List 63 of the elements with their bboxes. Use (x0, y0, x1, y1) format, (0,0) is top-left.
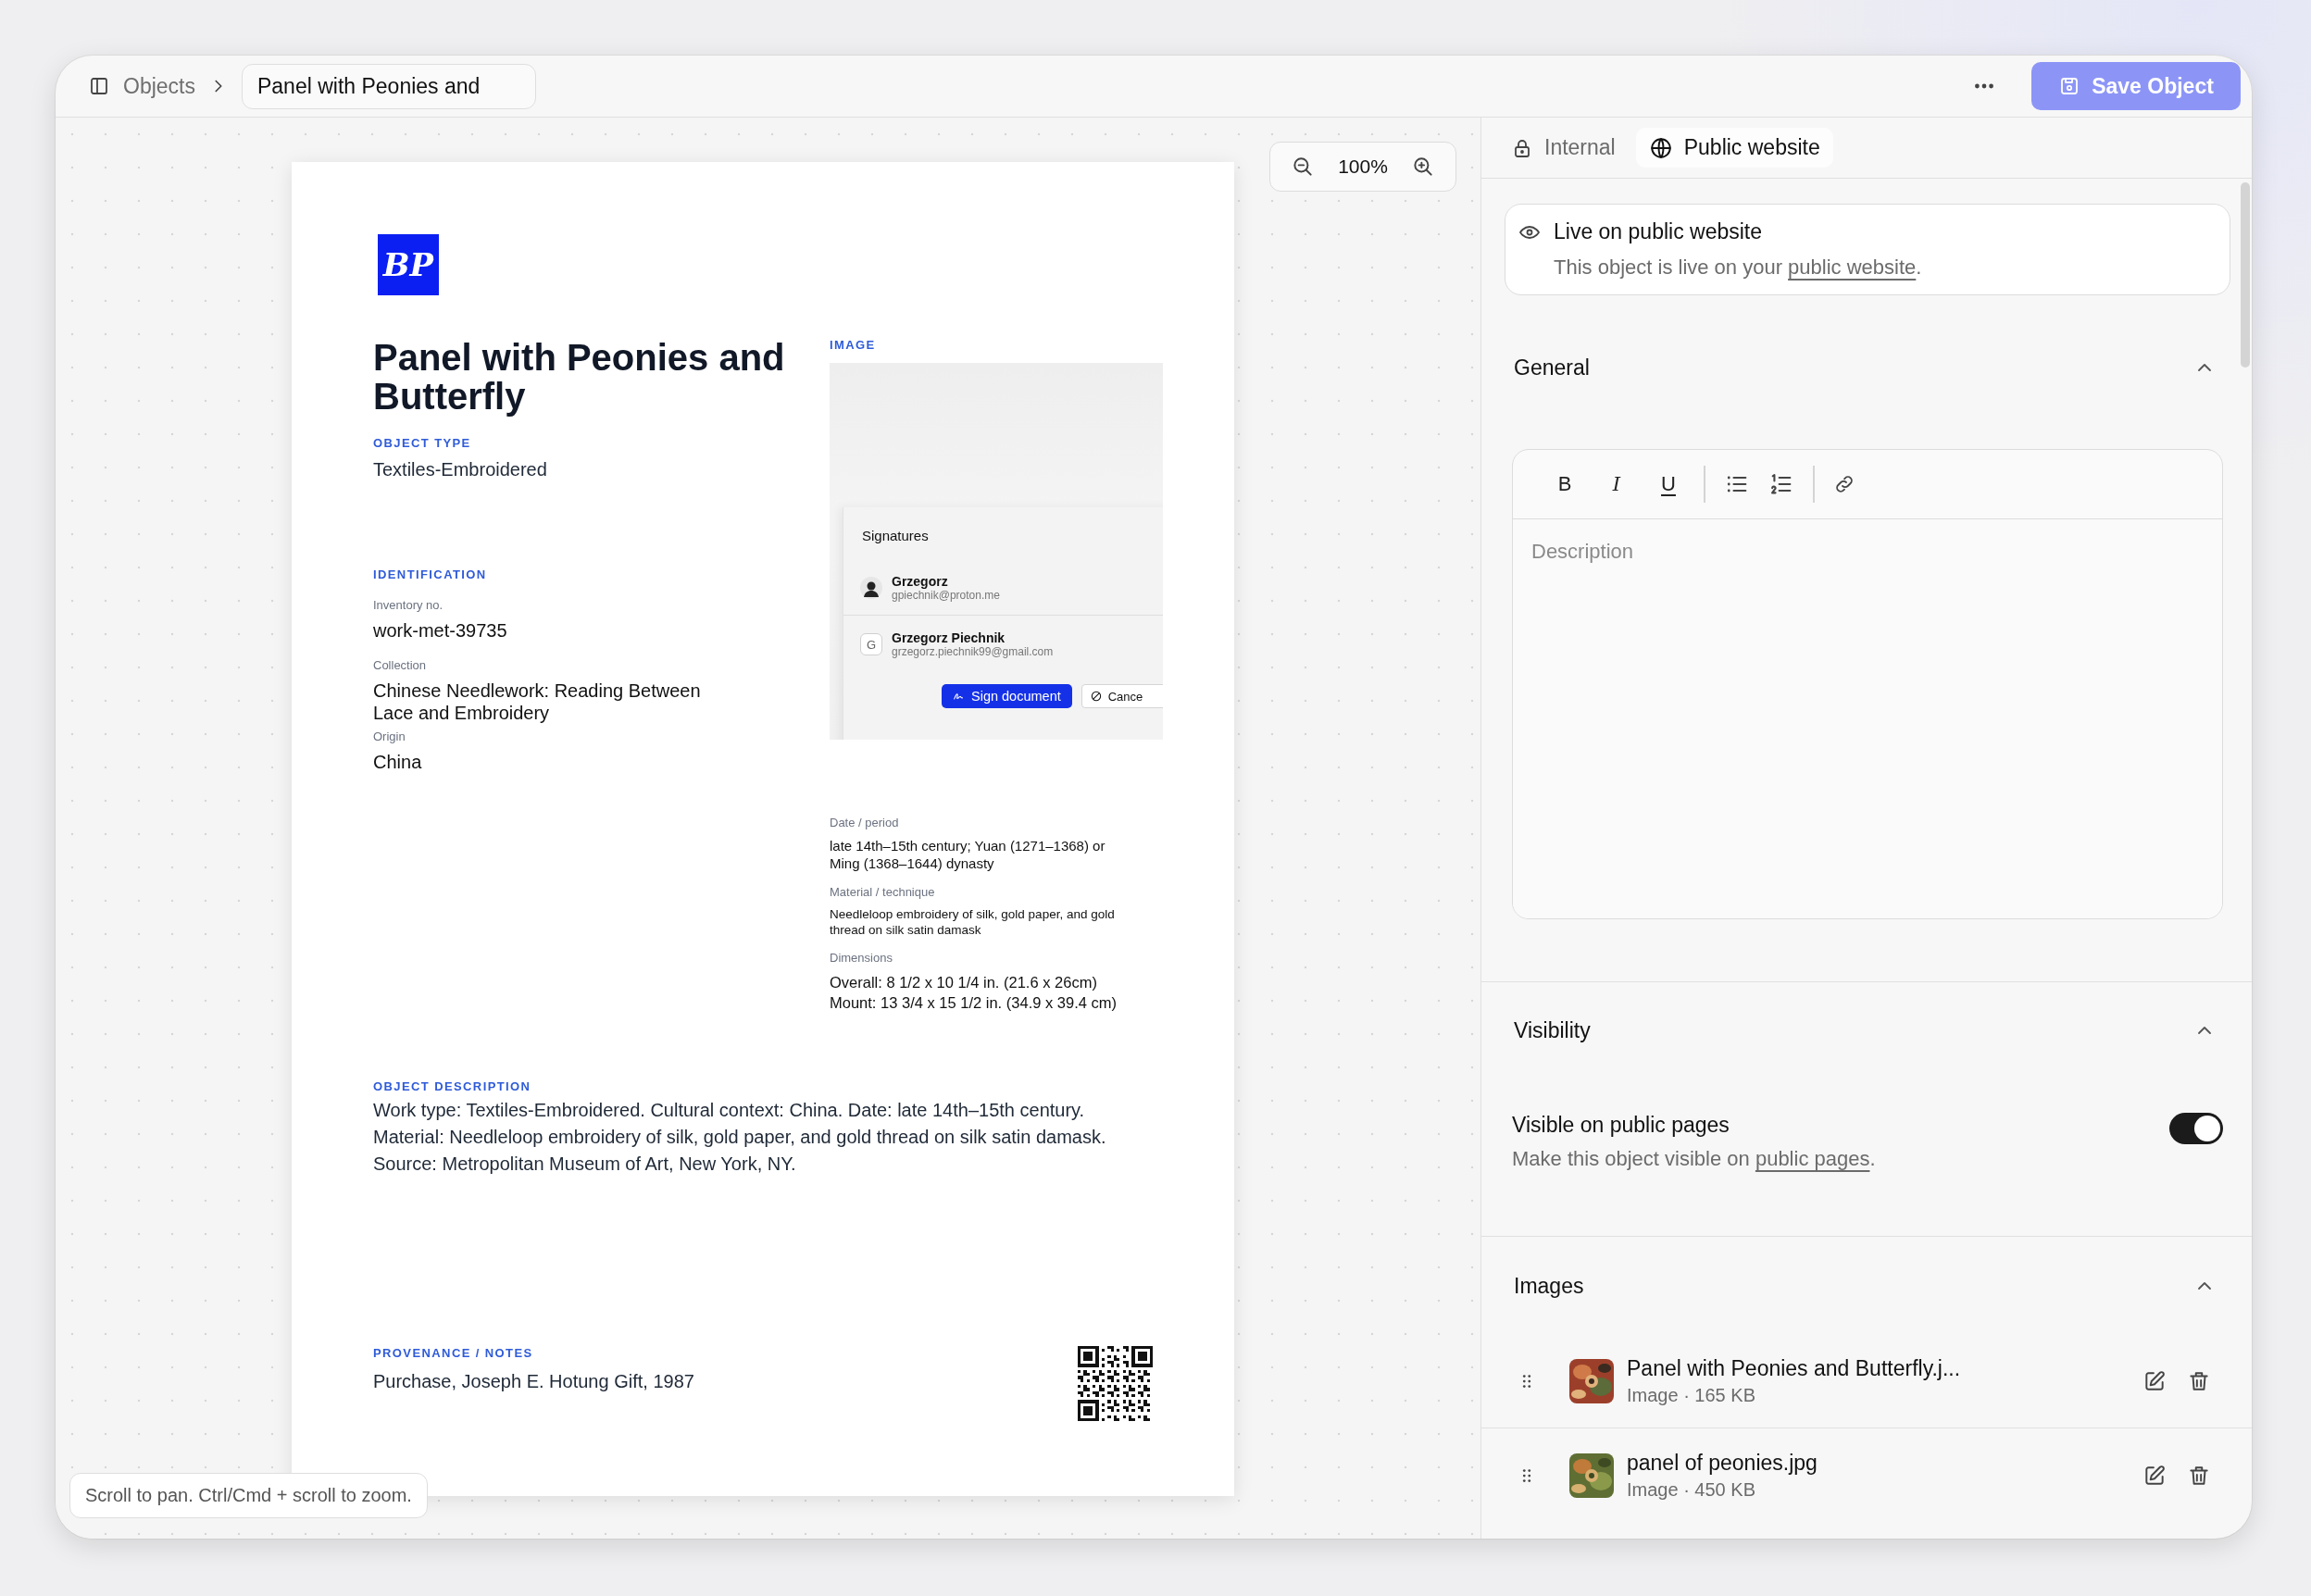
provenance-text: Purchase, Joseph E. Hotung Gift, 1987 (373, 1371, 694, 1392)
sign-document-button[interactable]: Sign document (942, 684, 1072, 708)
field-value: work-met-39735 (373, 619, 508, 642)
link-icon[interactable] (1833, 473, 1855, 495)
cancel-icon (1089, 690, 1103, 703)
field-label: Origin (373, 729, 406, 743)
section-title: Visibility (1514, 1017, 1591, 1043)
zoom-level: 100% (1338, 156, 1388, 178)
section-label: IDENTIFICATION (373, 567, 488, 581)
field-label: Collection (373, 658, 428, 672)
bold-button[interactable]: B (1548, 468, 1581, 501)
logo: BP (378, 234, 439, 295)
section-title: Images (1514, 1273, 1584, 1299)
italic-button[interactable]: I (1600, 468, 1633, 501)
section-label: PROVENANCE / NOTES (373, 1346, 534, 1360)
breadcrumb-current[interactable]: Panel with Peonies and (242, 63, 537, 109)
scrollbar[interactable] (2241, 182, 2250, 368)
card-title: Live on public website (1554, 219, 1763, 244)
sidebar-toggle-icon[interactable] (88, 75, 110, 97)
underline-button[interactable]: U (1652, 468, 1685, 501)
field-value: Needleloop embroidery of silk, gold paper, and gold thread on silk satin damask (830, 906, 1116, 938)
signer-email: gpiechnik@proton.me (892, 589, 1000, 602)
breadcrumb-link[interactable]: Objects (123, 73, 195, 99)
signer-name: Grzegorz (892, 574, 949, 589)
hint-tooltip: Scroll to pan. Ctrl/Cmd + scroll to zoom. (69, 1473, 428, 1518)
section-label: OBJECT DESCRIPTION (373, 1079, 532, 1093)
field-value: Chinese Needlework: Reading Between Lace and Embroidery (373, 680, 702, 724)
avatar-initial: G (860, 633, 882, 655)
setting-description: Make this object visible on public pages. (1512, 1147, 1876, 1171)
rich-text-editor[interactable]: B I U Description (1512, 449, 2223, 919)
section-label: IMAGE (830, 338, 877, 352)
field-label: Dimensions (830, 951, 893, 965)
field-value: Overall: 8 1/2 x 10 1/4 in. (21.6 x 26cm) Mount: 13 3/4 x 15 1/2 in. (34.9 x 39.4 cm) (830, 973, 1118, 1013)
section-label: OBJECT TYPE (373, 436, 472, 450)
public-website-link[interactable]: public website (1788, 256, 1917, 279)
setting-title: Visible on public pages (1512, 1113, 1730, 1138)
globe-icon (1648, 135, 1673, 160)
edit-icon[interactable] (2142, 1464, 2167, 1488)
section-title: General (1514, 355, 1590, 380)
signer-name: Grzegorz Piechnik (892, 630, 1006, 645)
public-pages-link[interactable]: public pages (1755, 1147, 1870, 1170)
signer-email: grzegorz.piechnik99@gmail.com (892, 645, 1054, 658)
tab[interactable]: Internal (1498, 128, 1629, 168)
field-label: Inventory no. (373, 598, 444, 612)
avatar-icon (860, 577, 882, 599)
description-text: Work type: Textiles-Embroidered. Cultural context: China. Date: late 14th–15th century. Material: Needleloop embroidery of silk, gold paper, and gold thread on silk satin damask. Source: Metropolitan Museum of Art, New York, NY. (373, 1099, 1107, 1176)
image-meta: Image · 450 KB (1627, 1479, 1756, 1501)
field-label: Date / period (830, 816, 900, 829)
panel-title: Signatures (862, 528, 929, 543)
cancel-button[interactable]: Cance (1081, 684, 1163, 708)
trash-icon[interactable] (2187, 1464, 2211, 1488)
field-value: Textiles-Embroidered (373, 459, 548, 480)
field-value: China (373, 751, 423, 773)
image-name: panel of peonies.jpg (1627, 1451, 1818, 1476)
edit-icon[interactable] (2142, 1368, 2167, 1393)
image-name: Panel with Peonies and Butterfly.j... (1627, 1355, 1962, 1381)
document-title: Panel with Peonies and Butterfly (373, 338, 786, 416)
toggle-switch[interactable] (2169, 1113, 2223, 1144)
tab[interactable]: Public website (1635, 128, 1833, 168)
image-meta: Image · 165 KB (1627, 1384, 1756, 1406)
field-value: late 14th–15th century; Yuan (1271–1368) or Ming (1368–1644) dynasty (830, 837, 1106, 872)
card-text: This object is live on your public website. (1554, 256, 1923, 280)
field-label: Material / technique (830, 885, 936, 899)
